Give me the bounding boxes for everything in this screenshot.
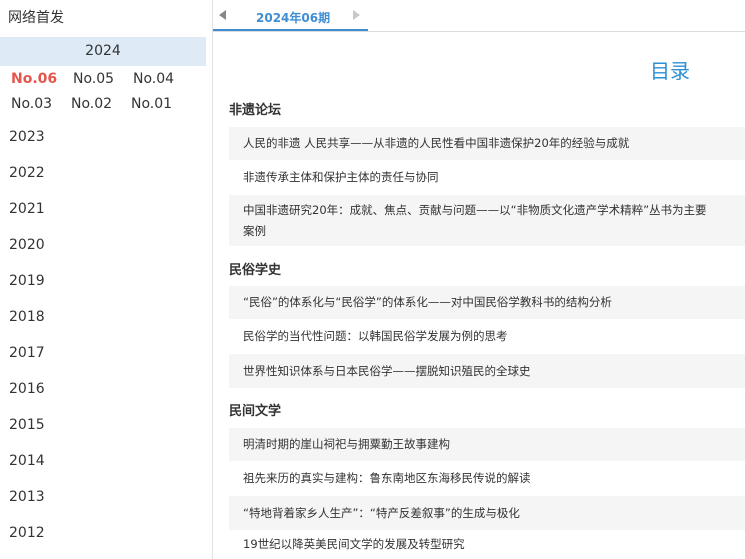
issue-no06[interactable]: No.06 [11,71,57,87]
article-title: “特地背着家乡人生产”：“特产反差叙事”的生成与极化 [243,505,520,520]
article-link[interactable]: “特地背着家乡人生产”：“特产反差叙事”的生成与极化 [229,496,745,530]
tab-active-underline [213,29,368,31]
article-title: 中国非遗研究20年：成就、焦点、贡献与问题——以“非物质文化遗产学术精粹”丛书为… [243,202,707,238]
article-link[interactable]: “民俗”的体系化与“民俗学”的体系化——对中国民俗学教科书的结构分析 [229,286,745,319]
article-title: 祖先来历的真实与建构：鲁东南地区东海移民传说的解读 [243,471,531,485]
year-item-2021[interactable]: 2021 [9,201,45,217]
year-item-2014[interactable]: 2014 [9,453,45,469]
article-title: 非遗传承主体和保护主体的责任与协同 [243,170,439,184]
section-heading-minjian-wenxue: 民间文学 [229,404,282,419]
arrow-left-icon[interactable] [216,8,230,22]
sidebar-title: 网络首发 [8,10,64,26]
issue-no01[interactable]: No.01 [131,96,172,112]
article-link[interactable]: 中国非遗研究20年：成就、焦点、贡献与问题——以“非物质文化遗产学术精粹”丛书为… [229,195,745,246]
issue-no02[interactable]: No.02 [71,96,112,112]
article-link[interactable]: 世界性知识体系与日本民俗学——摆脱知识殖民的全球史 [229,354,745,388]
section-heading-feiyi-luntan: 非遗论坛 [229,103,282,118]
article-title: 19世纪以降英美民间文学的发展及转型研究 [243,537,465,551]
issue-no03[interactable]: No.03 [11,96,52,112]
issue-grid: No.06 No.05 No.04 No.03 No.02 No.01 [0,66,206,117]
year-item-2022[interactable]: 2022 [9,165,45,181]
year-item-2019[interactable]: 2019 [9,273,45,289]
toc-title: 目录 [650,59,690,83]
arrow-right-icon[interactable] [349,8,363,22]
article-title: “民俗”的体系化与“民俗学”的体系化——对中国民俗学教科书的结构分析 [243,295,612,309]
year-item-2012[interactable]: 2012 [9,525,45,541]
sidebar: 网络首发 2024 No.06 No.05 No.04 No.03 No.02 … [0,0,206,559]
year-item-2018[interactable]: 2018 [9,309,45,325]
year-item-2013[interactable]: 2013 [9,489,45,505]
year-item-2017[interactable]: 2017 [9,345,45,361]
year-item-2023[interactable]: 2023 [9,129,45,145]
issue-tab-bar: 2024年06期 [213,0,745,32]
article-link[interactable]: 明清时期的崖山祠祀与拥粟勤王故事建构 [229,428,745,461]
article-title: 世界性知识体系与日本民俗学——摆脱知识殖民的全球史 [243,363,531,378]
tab-current-issue[interactable]: 2024年06期 [256,9,330,26]
issue-no04[interactable]: No.04 [133,71,174,87]
issue-no05[interactable]: No.05 [73,71,114,87]
year-item-2016[interactable]: 2016 [9,381,45,397]
article-link[interactable]: 19世纪以降英美民间文学的发展及转型研究 [229,530,745,559]
article-link[interactable]: 民俗学的当代性问题：以韩国民俗学发展为例的思考 [229,319,745,354]
section-heading-minsuxue-shi: 民俗学史 [229,263,282,278]
year-current-2024[interactable]: 2024 [0,37,206,66]
article-title: 民俗学的当代性问题：以韩国民俗学发展为例的思考 [243,329,508,343]
article-link[interactable]: 人民的非遗 人民共享——从非遗的人民性看中国非遗保护20年的经验与成就 [229,127,745,160]
year-item-2015[interactable]: 2015 [9,417,45,433]
article-title: 明清时期的崖山祠祀与拥粟勤王故事建构 [243,437,450,451]
vertical-divider [212,0,213,559]
year-item-2020[interactable]: 2020 [9,237,45,253]
article-link[interactable]: 祖先来历的真实与建构：鲁东南地区东海移民传说的解读 [229,461,745,496]
article-link[interactable]: 非遗传承主体和保护主体的责任与协同 [229,160,745,195]
article-title: 人民的非遗 人民共享——从非遗的人民性看中国非遗保护20年的经验与成就 [243,136,630,150]
